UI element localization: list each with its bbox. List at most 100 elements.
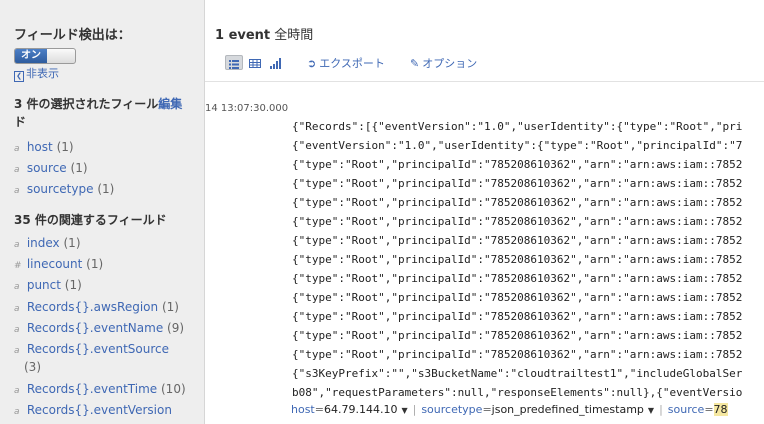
string-type-icon: a <box>14 282 20 292</box>
field-discovery-title: フィールド検出は： <box>14 28 131 43</box>
event-line: b08","requestParameters":null,"responseE… <box>292 386 743 399</box>
field-name[interactable]: Records{}.eventSource <box>27 342 169 356</box>
field-count: (1) <box>64 278 82 292</box>
selected-heading-tail: ド <box>14 115 27 129</box>
selected-heading-text: 3 件の選択されたフィール <box>14 97 159 111</box>
string-type-icon: a <box>14 386 20 396</box>
event-timestamp: 14 13:07:30.000 <box>205 103 289 114</box>
separator: | <box>412 403 417 416</box>
event-count: 1 event <box>215 28 271 43</box>
event-line: {"type":"Root","principalId":"7852086103… <box>292 291 743 304</box>
events-panel: 1 event 全時間 ➲ エクスポート ✎ オプション 14 13:07:30… <box>205 0 764 424</box>
table-view-icon <box>249 59 261 68</box>
meta-host[interactable]: host=64.79.144.10 ▼ <box>291 403 408 416</box>
options-button[interactable]: ✎ オプション <box>410 55 477 71</box>
field-count: (1) <box>56 140 74 154</box>
event-line: {"type":"Root","principalId":"7852086103… <box>292 158 743 171</box>
dropdown-caret-icon[interactable]: ▼ <box>401 406 407 415</box>
event-line: {"s3KeyPrefix":"","s3BucketName":"cloudt… <box>292 367 743 380</box>
field-item[interactable]: a sourcetype (1) <box>14 181 200 199</box>
field-count: (1) <box>86 257 104 271</box>
field-name[interactable]: sourcetype <box>27 182 94 196</box>
event-line: {"type":"Root","principalId":"7852086103… <box>292 177 743 190</box>
separator: | <box>659 403 663 416</box>
meta-key: source <box>667 403 705 416</box>
field-count: (9) <box>167 321 185 335</box>
string-type-icon: a <box>14 144 20 154</box>
list-view-button[interactable] <box>225 55 243 70</box>
field-count: (3) <box>24 360 41 374</box>
event-line: {"type":"Root","principalId":"7852086103… <box>292 272 743 285</box>
field-count: (10) <box>161 382 186 396</box>
time-range: 全時間 <box>274 28 314 43</box>
toggle-on-label: オン <box>15 49 47 63</box>
field-item[interactable]: a source (1) <box>14 160 200 178</box>
options-label: オプション <box>422 57 478 70</box>
table-view-button[interactable] <box>247 55 265 70</box>
hide-fields-link[interactable]: ❮ 非表示 <box>14 65 59 82</box>
event-line: {"type":"Root","principalId":"7852086103… <box>292 196 743 209</box>
edit-selected-link[interactable]: 編集 <box>158 97 182 111</box>
field-count: (1) <box>63 236 81 250</box>
meta-value: 78 <box>713 403 728 416</box>
event-line: {"type":"Root","principalId":"7852086103… <box>292 310 743 323</box>
field-item[interactable]: a host (1) <box>14 139 200 157</box>
field-name[interactable]: punct <box>27 278 61 292</box>
string-type-icon: a <box>14 346 20 356</box>
meta-source[interactable]: source=78 <box>668 403 728 416</box>
event-line: {"type":"Root","principalId":"7852086103… <box>292 348 743 361</box>
export-icon: ➲ <box>307 57 317 70</box>
field-name[interactable]: index <box>27 236 60 250</box>
field-item[interactable]: a Records{}.eventName (9) <box>14 320 200 338</box>
meta-key: host <box>291 403 315 416</box>
export-label: エクスポート <box>319 57 385 70</box>
export-button[interactable]: ➲ エクスポート <box>307 55 385 71</box>
event-line: {"Records":[{"eventVersion":"1.0","userI… <box>292 120 743 133</box>
field-item[interactable]: # linecount (1) <box>14 256 200 274</box>
field-name[interactable]: Records{}.awsRegion <box>27 300 158 314</box>
field-name[interactable]: source <box>27 161 67 175</box>
event-line: {"type":"Root","principalId":"7852086103… <box>292 329 743 342</box>
selected-fields-heading: 3 件の選択されたフィール編集 ド <box>14 95 200 131</box>
string-type-icon: a <box>14 165 20 175</box>
string-type-icon: a <box>14 304 20 314</box>
field-name[interactable]: linecount <box>27 257 83 271</box>
event-line: {"eventVersion":"1.0","userIdentity":{"t… <box>292 139 743 152</box>
field-item[interactable]: a Records{}.eventTime (10) <box>14 381 200 399</box>
meta-value: 64.79.144.10 <box>323 403 398 416</box>
field-discovery-toggle[interactable]: オン <box>14 48 76 64</box>
fields-sidebar: フィールド検出は： オン ❮ 非表示 3 件の選択されたフィール編集 ド a ho… <box>0 0 205 424</box>
field-item[interactable]: a Records{}.awsRegion (1) <box>14 299 200 317</box>
meta-sourcetype[interactable]: sourcetype=json_predefined_timestamp ▼ <box>421 403 654 416</box>
field-count: (1) <box>161 300 179 314</box>
chart-view-button[interactable] <box>267 55 285 70</box>
dropdown-caret-icon[interactable]: ▼ <box>648 406 654 415</box>
field-name[interactable]: Records{}.eventVersion <box>27 403 172 417</box>
event-metadata-line: host=64.79.144.10 ▼ | sourcetype=json_prede… <box>291 403 728 416</box>
event-line: {"type":"Root","principalId":"7852086103… <box>292 215 743 228</box>
collapse-arrow-icon: ❮ <box>14 71 24 82</box>
string-type-icon: a <box>14 186 20 196</box>
meta-key: sourcetype <box>421 403 483 416</box>
field-name[interactable]: Records{}.eventName <box>27 321 163 335</box>
related-fields-heading: 35 件の関連するフィールド <box>14 213 167 227</box>
field-item[interactable]: a Records{}.eventVersion <box>14 402 200 420</box>
list-view-icon <box>229 60 239 69</box>
string-type-icon: a <box>14 325 20 335</box>
string-type-icon: a <box>14 240 20 250</box>
field-name[interactable]: Records{}.eventTime <box>27 382 157 396</box>
edit-icon: ✎ <box>410 57 420 70</box>
meta-value: json_predefined_timestamp <box>491 403 644 416</box>
field-item[interactable]: a index (1) <box>14 235 200 253</box>
field-item[interactable]: a Records{}.eventSource (3) <box>14 341 200 375</box>
field-name[interactable]: host <box>27 140 53 154</box>
field-count: (1) <box>97 182 115 196</box>
hide-label: 非表示 <box>26 67 59 80</box>
field-item[interactable]: a punct (1) <box>14 277 200 295</box>
numeric-type-icon: # <box>14 261 22 271</box>
event-line: {"type":"Root","principalId":"7852086103… <box>292 234 743 247</box>
event-line: {"type":"Root","principalId":"7852086103… <box>292 253 743 266</box>
field-count: (1) <box>70 161 88 175</box>
event-count-title: 1 event 全時間 <box>215 24 313 43</box>
raw-event-text[interactable]: {"Records":[{"eventVersion":"1.0","userI… <box>292 98 764 424</box>
